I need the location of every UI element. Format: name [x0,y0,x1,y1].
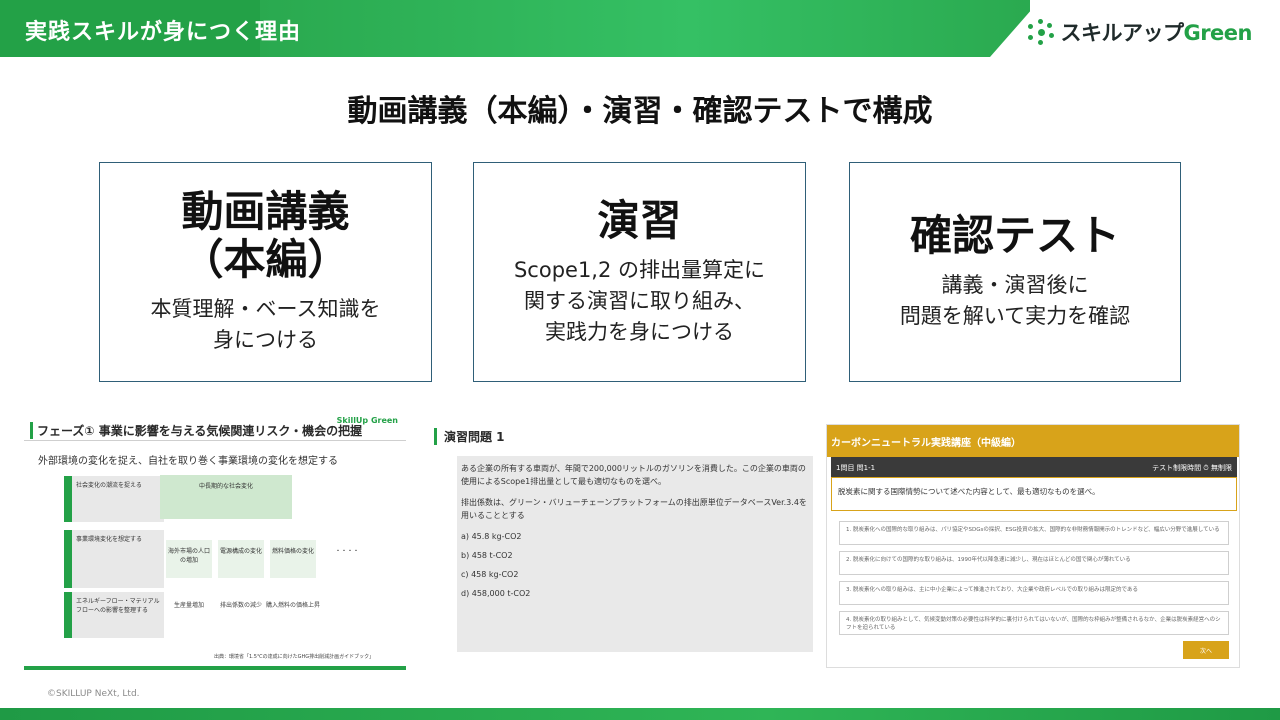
test-thumbnail: カーボンニュートラル実践講座（中級編） 1問目 問1-1 テスト制限時間 ⏱ 無… [826,424,1240,668]
lecture-slide-thumbnail: フェーズ① 事業に影響を与える気候関連リスク・機会の把握 SkillUp Gre… [24,410,406,670]
brand-logo: スキルアップGreen [1028,17,1252,47]
test-question-bar: 1問目 問1-1 テスト制限時間 ⏱ 無制限 [831,457,1237,477]
header-decoration [260,0,1040,57]
exercise-body: ある企業の所有する車両が、年間で200,000リットルのガソリンを消費した。この… [457,456,813,652]
card-exercise: 演習 Scope1,2 の排出量算定に 関する演習に取り組み、 実践力を身につけ… [473,162,806,382]
source-note: 出典：環境省「1.5℃の達成に向けたGHG排出削減計画ガイドブック」 [214,654,375,660]
exercise-option: b) 458 t-CO2 [461,551,513,560]
card-video-lecture: 動画講義 （本編） 本質理解・ベース知識を 身につける [99,162,432,382]
card-description: Scope1,2 の排出量算定に 関する演習に取り組み、 実践力を身につける [513,257,766,344]
center-box: 中長期的な社会変化 [160,475,292,519]
slide-subtitle: 動画講義（本編）・演習・確認テストで構成 [347,94,933,129]
slide-section-title: 実践スキルが身につく理由 [25,20,302,45]
card-heading: 動画講義 （本編） [181,187,350,284]
test-option: 1. 脱炭素化への国際的な取り組みは、パリ協定やSDGsの採択、ESG投資の拡大… [839,521,1229,545]
test-option: 3. 脱炭素化への取り組みは、主に中小企業によって推進されており、大企業や政府レ… [839,581,1229,605]
card-description: 講義・演習後に 問題を解いて実力を確認 [899,273,1131,328]
thumb-logo: SkillUp Green [336,416,398,425]
next-button: 次へ [1183,641,1229,659]
exercise-thumbnail: 演習問題 1 ある企業の所有する車両が、年間で200,000リットルのガソリンを… [432,410,814,670]
exercise-option: a) 45.8 kg-CO2 [461,532,522,541]
footer-band [0,708,1280,720]
test-question: 脱炭素に関する国際情勢について述べた内容として、最も適切なものを選べ。 [831,477,1237,511]
test-option: 4. 脱炭素化の取り組みとして、気候変動対策の必要性は科学的に裏付けられてはいな… [839,611,1229,635]
factor-box: 燃料価格の変化 [270,540,316,578]
phase-box: エネルギーフロー・マテリアルフローへの影響を整理する [64,592,164,638]
factor-box: 海外市場の人口の増加 [166,540,212,578]
test-option: 2. 脱炭素化に向けての国際的な取り組みは、1990年代以降急速に減少し、現在は… [839,551,1229,575]
factor-box: ・・・・ [334,548,359,555]
copyright: ©SKILLUP NeXt, Ltd. [47,689,140,699]
factor-box: 電源構成の変化 [218,540,264,578]
question-number: 1問目 問1-1 [836,464,876,472]
logo-dots-icon [1028,19,1055,45]
logo-text: スキルアップGreen [1060,21,1252,45]
impact-note: 生産量増加 [173,602,204,609]
divider [24,440,406,441]
impact-note: 排出係数の減少 [219,602,262,609]
exercise-option: c) 458 kg-CO2 [461,570,519,579]
card-heading: 確認テスト [909,211,1120,260]
exercise-title: 演習問題 1 [434,428,505,445]
test-header: カーボンニュートラル実践講座（中級編） [827,425,1239,457]
thumb-title: フェーズ① 事業に影響を与える気候関連リスク・機会の把握 [30,422,362,439]
phase-box: 事業環境変化を想定する [64,530,164,588]
card-description: 本質理解・ベース知識を 身につける [150,297,381,352]
impact-note: 購入燃料の価格上昇 [266,602,321,609]
phase-box: 社会変化の潮流を捉える [64,476,164,522]
exercise-question: ある企業の所有する車両が、年間で200,000リットルのガソリンを消費した。この… [461,464,806,486]
thumb-subtitle: 外部環境の変化を捉え、自社を取り巻く事業環境の変化を想定する [38,456,338,467]
card-heading: 演習 [597,195,682,245]
exercise-note: 排出係数は、グリーン・バリューチェーンプラットフォームの排出原単位データベースV… [461,498,807,520]
exercise-option: d) 458,000 t-CO2 [461,589,531,598]
card-confirmation-test: 確認テスト 講義・演習後に 問題を解いて実力を確認 [849,162,1181,382]
test-timer: テスト制限時間 ⏱ 無制限 [1152,464,1232,472]
